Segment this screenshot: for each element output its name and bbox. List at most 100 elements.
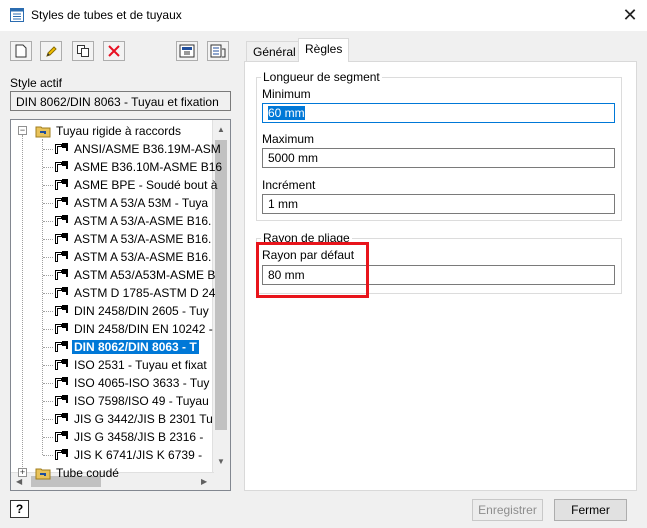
tree-item[interactable]: ISO 2531 - Tuyau et fixat xyxy=(53,356,209,374)
pipe-fitting-icon xyxy=(55,395,68,406)
save-button[interactable]: Enregistrer xyxy=(472,499,543,521)
tree-item-label: ISO 2531 - Tuyau et fixat xyxy=(74,358,207,372)
pipe-fitting-icon xyxy=(55,161,68,172)
scroll-corner xyxy=(213,473,230,490)
tree-connector xyxy=(43,257,53,258)
tree-connector xyxy=(43,437,53,438)
tree-item[interactable]: JIS G 3442/JIS B 2301 Tu xyxy=(53,410,215,428)
delete-icon xyxy=(108,45,120,57)
scroll-down-arrow-icon[interactable]: ▼ xyxy=(217,457,225,466)
tree-item[interactable]: ASTM A 53/A-ASME B16. xyxy=(53,212,213,230)
tree-item-label: Tuyau rigide à raccords xyxy=(56,124,181,138)
tree-item[interactable]: ISO 4065-ISO 3633 - Tuy xyxy=(53,374,211,392)
import-button[interactable] xyxy=(176,41,198,61)
tree-item-label: ASME BPE - Soudé bout à xyxy=(74,178,218,192)
expand-icon[interactable]: + xyxy=(18,468,27,477)
tree-item[interactable]: ASTM A53/A53M-ASME B xyxy=(53,266,217,284)
increment-field[interactable]: 1 mm xyxy=(262,194,615,214)
style-tree[interactable]: ▲ ▼ ◀ ▶ Tuyau rigide à raccords − ANSI/ASM… xyxy=(10,119,231,491)
pipe-fitting-icon xyxy=(55,287,68,298)
tree-item-label: ASTM D 1785-ASTM D 24 xyxy=(74,286,216,300)
maximum-label: Maximum xyxy=(262,132,315,146)
minimum-field[interactable]: 60 mm xyxy=(262,103,615,123)
tree-item-label: DIN 2458/DIN EN 10242 - xyxy=(74,322,213,336)
tree-connector xyxy=(43,311,53,312)
tree-item-label: ISO 4065-ISO 3633 - Tuy xyxy=(74,376,210,390)
export-icon xyxy=(210,44,226,58)
minimum-value: 60 mm xyxy=(268,106,305,120)
tree-node-bent-tube[interactable]: Tube coudé xyxy=(35,464,121,482)
minimum-label: Minimum xyxy=(262,87,311,101)
pipe-fitting-icon xyxy=(55,341,68,352)
highlight-box xyxy=(256,242,369,298)
tree-connector xyxy=(43,329,53,330)
tree-item[interactable]: ASME BPE - Soudé bout à xyxy=(53,176,219,194)
scroll-left-arrow-icon[interactable]: ◀ xyxy=(16,477,22,486)
tree-connector xyxy=(43,365,53,366)
close-button[interactable]: Fermer xyxy=(554,499,627,521)
pipe-fitting-icon xyxy=(55,359,68,370)
import-icon xyxy=(179,44,195,58)
pipe-fitting-icon xyxy=(55,215,68,226)
tree-connector xyxy=(22,135,23,477)
tree-item[interactable]: ASTM D 1785-ASTM D 24 xyxy=(53,284,217,302)
tree-item[interactable]: JIS G 3458/JIS B 2316 - xyxy=(53,428,205,446)
tree-node-rigid-pipe[interactable]: Tuyau rigide à raccords xyxy=(35,122,183,140)
tree-item-label: ASTM A 53/A-ASME B16. xyxy=(74,250,212,264)
tree-item-label: DIN 2458/DIN 2605 - Tuy xyxy=(74,304,209,318)
tree-item[interactable]: DIN 2458/DIN 2605 - Tuy xyxy=(53,302,211,320)
tree-item-label: JIS G 3442/JIS B 2301 Tu xyxy=(74,412,213,426)
new-icon xyxy=(15,44,27,58)
copy-style-button[interactable] xyxy=(72,41,94,61)
maximum-field[interactable]: 5000 mm xyxy=(262,148,615,168)
tree-item[interactable]: ANSI/ASME B36.19M-ASM xyxy=(53,140,223,158)
help-button[interactable]: ? xyxy=(10,500,29,518)
tree-item-label: ISO 7598/ISO 49 - Tuyau xyxy=(74,394,209,408)
tree-item-label: ASTM A53/A53M-ASME B xyxy=(74,268,216,282)
tree-item[interactable]: ASTM A 53/A-ASME B16. xyxy=(53,230,213,248)
pipe-fitting-icon xyxy=(55,431,68,442)
edit-style-button[interactable] xyxy=(40,41,62,61)
pipe-fitting-icon xyxy=(55,377,68,388)
tree-item-label: Tube coudé xyxy=(56,466,119,480)
pipe-fitting-icon xyxy=(55,143,68,154)
collapse-icon[interactable]: − xyxy=(18,126,27,135)
tree-item-label: ANSI/ASME B36.19M-ASM xyxy=(74,142,221,156)
tree-item[interactable]: ASTM A 53/A-ASME B16. xyxy=(53,248,213,266)
app-icon xyxy=(10,8,24,22)
pipe-fitting-icon xyxy=(55,233,68,244)
tab-rules[interactable]: Règles xyxy=(298,38,350,62)
tree-item[interactable]: JIS K 6741/JIS K 6739 - xyxy=(53,446,204,464)
tree-connector xyxy=(43,383,53,384)
tree-item-label: JIS K 6741/JIS K 6739 - xyxy=(74,448,203,462)
tree-connector xyxy=(43,221,53,222)
active-style-label: Style actif xyxy=(10,76,63,90)
pipe-fitting-icon xyxy=(55,269,68,280)
tree-item[interactable]: DIN 8062/DIN 8063 - T xyxy=(53,338,199,356)
pipe-fitting-icon xyxy=(55,305,68,316)
close-icon[interactable]: ✕ xyxy=(620,5,640,25)
tree-item[interactable]: DIN 2458/DIN EN 10242 - xyxy=(53,320,215,338)
tree-item[interactable]: ASTM A 53/A 53M - Tuya xyxy=(53,194,210,212)
tree-connector xyxy=(43,185,53,186)
pipe-fitting-icon xyxy=(55,197,68,208)
tree-connector xyxy=(43,347,53,348)
pipe-fitting-icon xyxy=(55,323,68,334)
folder-pipe-icon xyxy=(35,468,51,480)
tree-connector xyxy=(43,149,53,150)
delete-style-button[interactable] xyxy=(103,41,125,61)
window-title: Styles de tubes et de tuyaux xyxy=(31,8,182,22)
export-button[interactable] xyxy=(207,41,229,61)
increment-label: Incrément xyxy=(262,178,316,192)
tab-general[interactable]: Général xyxy=(246,41,303,62)
tree-item[interactable]: ISO 7598/ISO 49 - Tuyau xyxy=(53,392,211,410)
folder-pipe-icon xyxy=(35,126,51,138)
tree-connector xyxy=(43,455,53,456)
tree-item[interactable]: ASME B36.10M-ASME B16 xyxy=(53,158,224,176)
new-style-button[interactable] xyxy=(10,41,32,61)
active-style-field: DIN 8062/DIN 8063 - Tuyau et fixation xyxy=(10,91,231,111)
tree-connector xyxy=(43,401,53,402)
scroll-right-arrow-icon[interactable]: ▶ xyxy=(201,477,207,486)
tree-item-label: ASTM A 53/A 53M - Tuya xyxy=(74,196,209,210)
scroll-up-arrow-icon[interactable]: ▲ xyxy=(217,125,225,134)
